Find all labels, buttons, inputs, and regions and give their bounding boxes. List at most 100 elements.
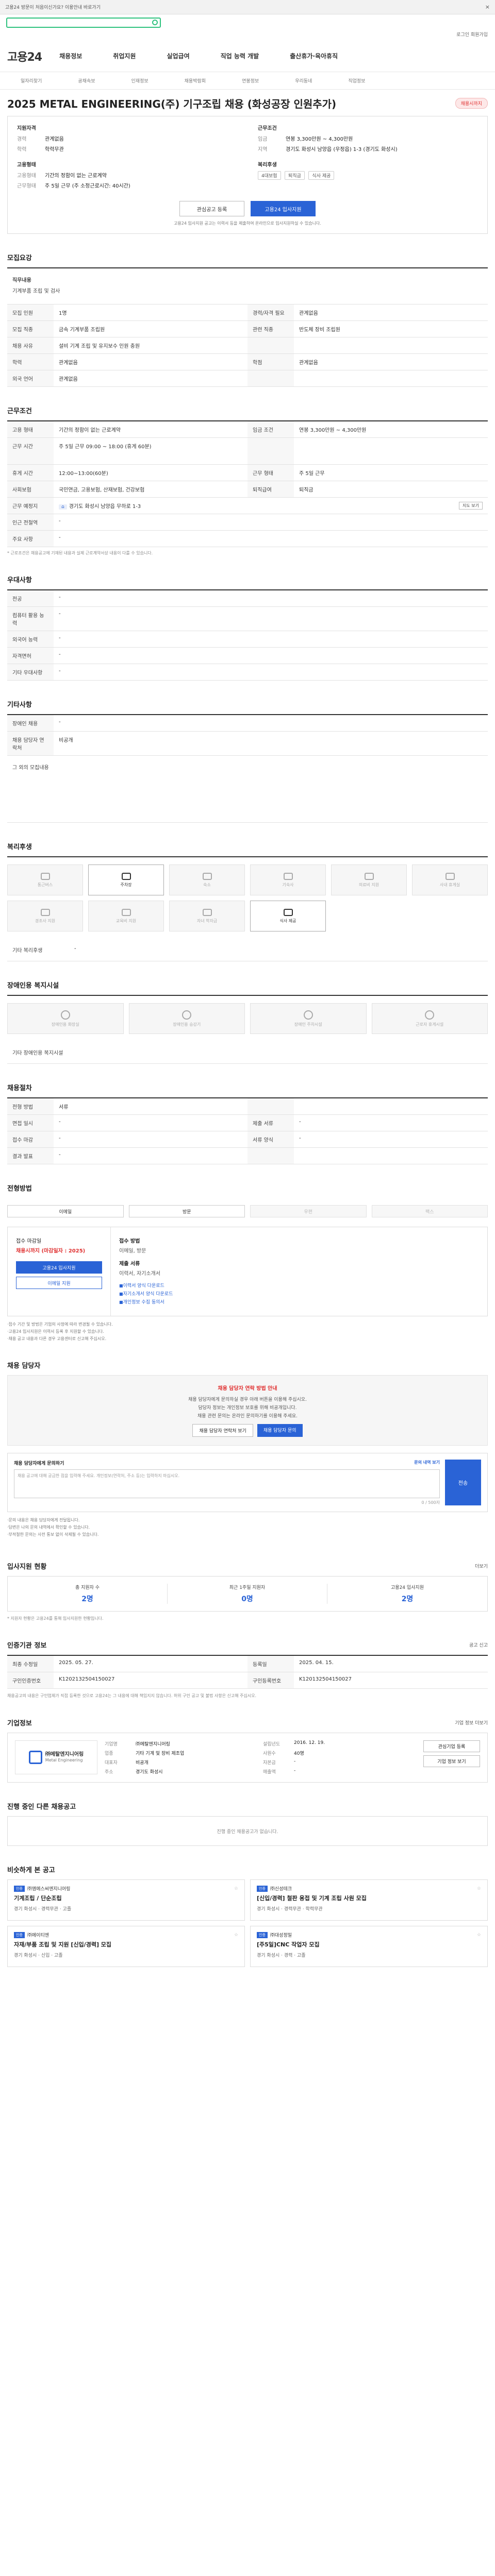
job-card[interactable]: 인증 ㈜에이티엔 ☆ 자재/부품 조립 및 지원 [신입/경력] 모집 경기 화성시 ·… xyxy=(7,1926,245,1967)
lounge-icon xyxy=(425,1010,435,1020)
file-download-link[interactable]: 이력서 양식 다운로드 xyxy=(119,1282,479,1289)
job-title[interactable]: 자재/부품 조립 및 지원 [신입/경력] 모집 xyxy=(14,1940,238,1948)
stat-value: 2명 xyxy=(401,1595,414,1603)
job-company: ㈜신성테크 xyxy=(270,1887,292,1892)
close-icon[interactable]: × xyxy=(485,4,490,10)
job-company: ㈜에이티엔 xyxy=(27,1933,50,1938)
welfare-icon xyxy=(202,908,212,916)
scrap-button[interactable]: 관심공고 등록 xyxy=(179,201,244,216)
table-cell: 관계없음 xyxy=(299,360,318,366)
method-option: 우편 xyxy=(250,1205,367,1217)
welfare-item: 의료비 지원 xyxy=(331,865,407,895)
job-meta: 경기 화성시 · 경력무관 · 고졸 xyxy=(14,1907,72,1912)
info-value: - xyxy=(294,1759,296,1764)
table-cell: 2025. 04. 15. xyxy=(299,1660,334,1666)
welfare-box: 통근버스 주차장 숙소 기숙사 의료비 지원 사내 휴게실 경조사 지원 교육비 지원 자녀 학… xyxy=(7,856,488,961)
star-icon[interactable]: ☆ xyxy=(234,1933,238,1938)
gnb-item[interactable]: 채용정보 xyxy=(59,52,82,60)
job-title[interactable]: [주5일]CNC 작업자 모집 xyxy=(257,1940,481,1948)
subnav-item[interactable]: 직업정보 xyxy=(348,77,365,84)
subnav-item[interactable]: 우리동네 xyxy=(295,77,312,84)
subnav-item[interactable]: 채용박람회 xyxy=(185,77,206,84)
view-contact-button[interactable]: 채용 담당자 연락처 보기 xyxy=(192,1424,253,1437)
section-title: 채용절차 xyxy=(7,1084,32,1092)
stat-label: 총 지원자 수 xyxy=(75,1585,100,1590)
welfare-icon xyxy=(202,872,212,880)
subnav-item[interactable]: 인재정보 xyxy=(131,77,148,84)
job-card[interactable]: 인증 ㈜엠에스씨엔지니어링 ☆ 기계조립 / 단순조립 경기 화성시 · 경력무관 · … xyxy=(7,1879,245,1921)
table-header: 고용 형태 xyxy=(7,421,54,437)
table-cell: K120132504150027 xyxy=(299,1676,352,1682)
table-header: 기타 복리후생 xyxy=(12,948,43,954)
kv-value: 관계없음 xyxy=(45,137,64,142)
company-box: ㈜메탈엔지니어링 Metal Engineering 기업명 ㈜메탈엔지니어링 설립년… xyxy=(7,1733,488,1783)
summary-heading: 복리후생 xyxy=(258,162,277,168)
info-value: 경기도 화성시 xyxy=(136,1770,163,1775)
star-icon[interactable]: ☆ xyxy=(477,1933,481,1938)
search-icon[interactable] xyxy=(152,20,158,25)
welfare-label: 경조사 지원 xyxy=(35,918,56,923)
section-title: 채용 담당자 xyxy=(7,1362,41,1370)
brand-logo[interactable]: 고용24 xyxy=(7,48,42,64)
util-links[interactable]: 로그인 회원가입 xyxy=(0,31,495,40)
welfare-item: 자녀 학자금 xyxy=(169,901,245,931)
section-title: 장애인용 복지시설 xyxy=(7,982,59,990)
file-download-link[interactable]: 개인정보 수집 동의서 xyxy=(119,1298,479,1305)
stats-more-link[interactable]: 더보기 xyxy=(475,1563,488,1569)
table-header: 장애인 채용 xyxy=(7,715,54,731)
table-cell: 서류 xyxy=(59,1105,69,1110)
inquiry-textarea[interactable]: 채용 공고에 대해 궁금한 점을 입력해 주세요. 개인정보(연락처, 주소 등… xyxy=(14,1469,440,1498)
cert-badge: 인증 xyxy=(257,1931,268,1938)
favorite-company-button[interactable]: 관심기업 등록 xyxy=(423,1740,480,1752)
inquiry-history-link[interactable]: 문의 내역 보기 xyxy=(414,1460,440,1465)
gnb-item[interactable]: 직업 능력 개발 xyxy=(221,52,259,60)
subnav-item[interactable]: 연봉정보 xyxy=(242,77,259,84)
etc-table: 장애인 채용 - 채용 담당자 연락처 비공개 그 외의 모집내용 xyxy=(7,714,488,823)
star-icon[interactable]: ☆ xyxy=(234,1886,238,1891)
table-cell: 주 5일 근무 09:00 ~ 18:00 (휴게 60분) xyxy=(59,444,152,450)
table-header: 구인등록번호 xyxy=(248,1672,294,1688)
welfare-icon xyxy=(283,908,293,916)
table-cell: - xyxy=(59,595,61,600)
top-banner-text[interactable]: 고용24 방문이 처음이신가요? 이용안내 바로가기 xyxy=(5,4,101,10)
apply-email-button[interactable]: 이메일 지원 xyxy=(16,1277,102,1289)
map-button[interactable]: 지도 보기 xyxy=(459,502,483,510)
table-header: 임금 조건 xyxy=(248,421,294,437)
table-cell: 기간의 정함이 없는 근로계약 xyxy=(59,428,121,433)
stat-value: 2명 xyxy=(81,1595,93,1603)
job-card[interactable]: 인증 ㈜신성테크 ☆ [신입/경력] 철판 용접 및 기계 조립 사원 모집 경기 화성… xyxy=(250,1879,488,1921)
company-more-link[interactable]: 기업 정보 더보기 xyxy=(455,1719,488,1726)
elevator-icon xyxy=(182,1010,192,1020)
info-value: - xyxy=(294,1768,296,1773)
star-icon[interactable]: ☆ xyxy=(477,1886,481,1891)
file-download-link[interactable]: 자기소개서 양식 다운로드 xyxy=(119,1290,479,1297)
apply-online-button[interactable]: 고용24 입사지원 xyxy=(16,1261,102,1274)
disability-label: 장애인 주차시설 xyxy=(294,1022,322,1027)
gnb-item[interactable]: 출산휴가·육아휴직 xyxy=(290,52,338,60)
job-title[interactable]: [신입/경력] 철판 용접 및 기계 조립 사원 모집 xyxy=(257,1894,481,1902)
table-header: 관련 직종 xyxy=(248,321,294,337)
job-title[interactable]: 기계조립 / 단순조립 xyxy=(14,1894,238,1902)
job-card[interactable]: 인증 ㈜대성정밀 ☆ [주5일]CNC 작업자 모집 경기 화성시 · 경력 · 고졸 xyxy=(250,1926,488,1967)
report-button[interactable]: 공고 신고 xyxy=(469,1641,488,1648)
method-option: 방문 xyxy=(128,1205,245,1217)
gnb-item[interactable]: 실업급여 xyxy=(167,52,189,60)
welfare-label: 의료비 지원 xyxy=(358,882,380,887)
section-title: 인증기관 정보 xyxy=(7,1642,47,1650)
table-header: 학점 xyxy=(248,354,294,370)
table-cell: 관계없음 xyxy=(59,377,78,382)
table-header: 최종 수정일 xyxy=(7,1656,54,1672)
welfare-label: 교육비 지원 xyxy=(116,918,137,923)
contact-manager-button[interactable]: 채용 담당자 문의 xyxy=(257,1424,303,1437)
subnav-item[interactable]: 일자리찾기 xyxy=(21,77,42,84)
table-header: 접수 마감 xyxy=(7,1131,54,1147)
section-title: 우대사항 xyxy=(7,577,32,584)
search-input[interactable] xyxy=(6,18,161,28)
company-detail-button[interactable]: 기업 정보 보기 xyxy=(423,1755,480,1767)
send-button[interactable]: 전송 xyxy=(445,1460,481,1505)
subnav-item[interactable]: 공채속보 xyxy=(78,77,95,84)
apply-button[interactable]: 고용24 입사지원 xyxy=(251,201,316,216)
welfare-item: 사내 휴게실 xyxy=(412,865,488,895)
welfare-item: 주차장 xyxy=(88,865,164,895)
gnb-item[interactable]: 취업지원 xyxy=(113,52,136,60)
